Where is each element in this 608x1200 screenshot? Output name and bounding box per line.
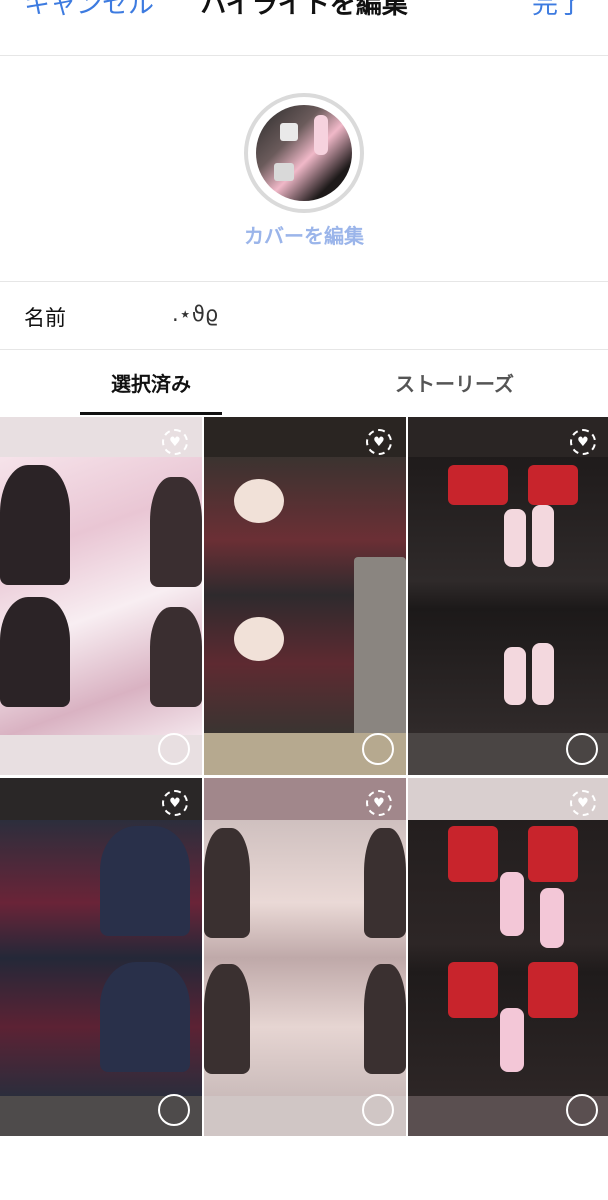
story-thumbnail[interactable]: ♥ bbox=[408, 778, 608, 1136]
story-thumbnail[interactable]: ♥ bbox=[204, 778, 406, 1136]
select-circle[interactable] bbox=[158, 733, 190, 765]
heart-badge-icon: ♥ bbox=[570, 790, 596, 816]
story-thumbnail[interactable]: ♥ bbox=[204, 417, 406, 775]
divider bbox=[0, 349, 608, 350]
nav-header: ハイライトを編集 キャンセル 完了 bbox=[0, 0, 608, 56]
tab-stories[interactable]: ストーリーズ bbox=[395, 368, 514, 397]
story-thumbnail[interactable]: ♥ bbox=[0, 417, 202, 775]
tab-selected[interactable]: 選択済み bbox=[80, 368, 222, 397]
select-circle[interactable] bbox=[362, 733, 394, 765]
name-label: 名前 bbox=[24, 306, 66, 330]
heart-badge-icon: ♥ bbox=[162, 790, 188, 816]
story-thumbnail[interactable]: ♥ bbox=[0, 778, 202, 1136]
heart-badge-icon: ♥ bbox=[366, 429, 392, 455]
select-circle[interactable] bbox=[566, 1094, 598, 1126]
select-circle[interactable] bbox=[566, 733, 598, 765]
edit-cover-button[interactable]: カバーを編集 bbox=[0, 220, 608, 249]
active-tab-indicator bbox=[80, 412, 222, 415]
heart-badge-icon: ♥ bbox=[366, 790, 392, 816]
story-thumbnail[interactable]: ♥ bbox=[408, 417, 608, 775]
cover-thumbnail bbox=[256, 105, 352, 201]
select-circle[interactable] bbox=[158, 1094, 190, 1126]
select-circle[interactable] bbox=[362, 1094, 394, 1126]
divider bbox=[0, 281, 608, 282]
name-input[interactable]: .⋆ϑϱ bbox=[172, 302, 218, 326]
heart-badge-icon: ♥ bbox=[162, 429, 188, 455]
done-button[interactable]: 完了 bbox=[532, 0, 584, 22]
cancel-button[interactable]: キャンセル bbox=[24, 0, 154, 22]
heart-badge-icon: ♥ bbox=[570, 429, 596, 455]
cover-image-button[interactable] bbox=[244, 93, 364, 213]
